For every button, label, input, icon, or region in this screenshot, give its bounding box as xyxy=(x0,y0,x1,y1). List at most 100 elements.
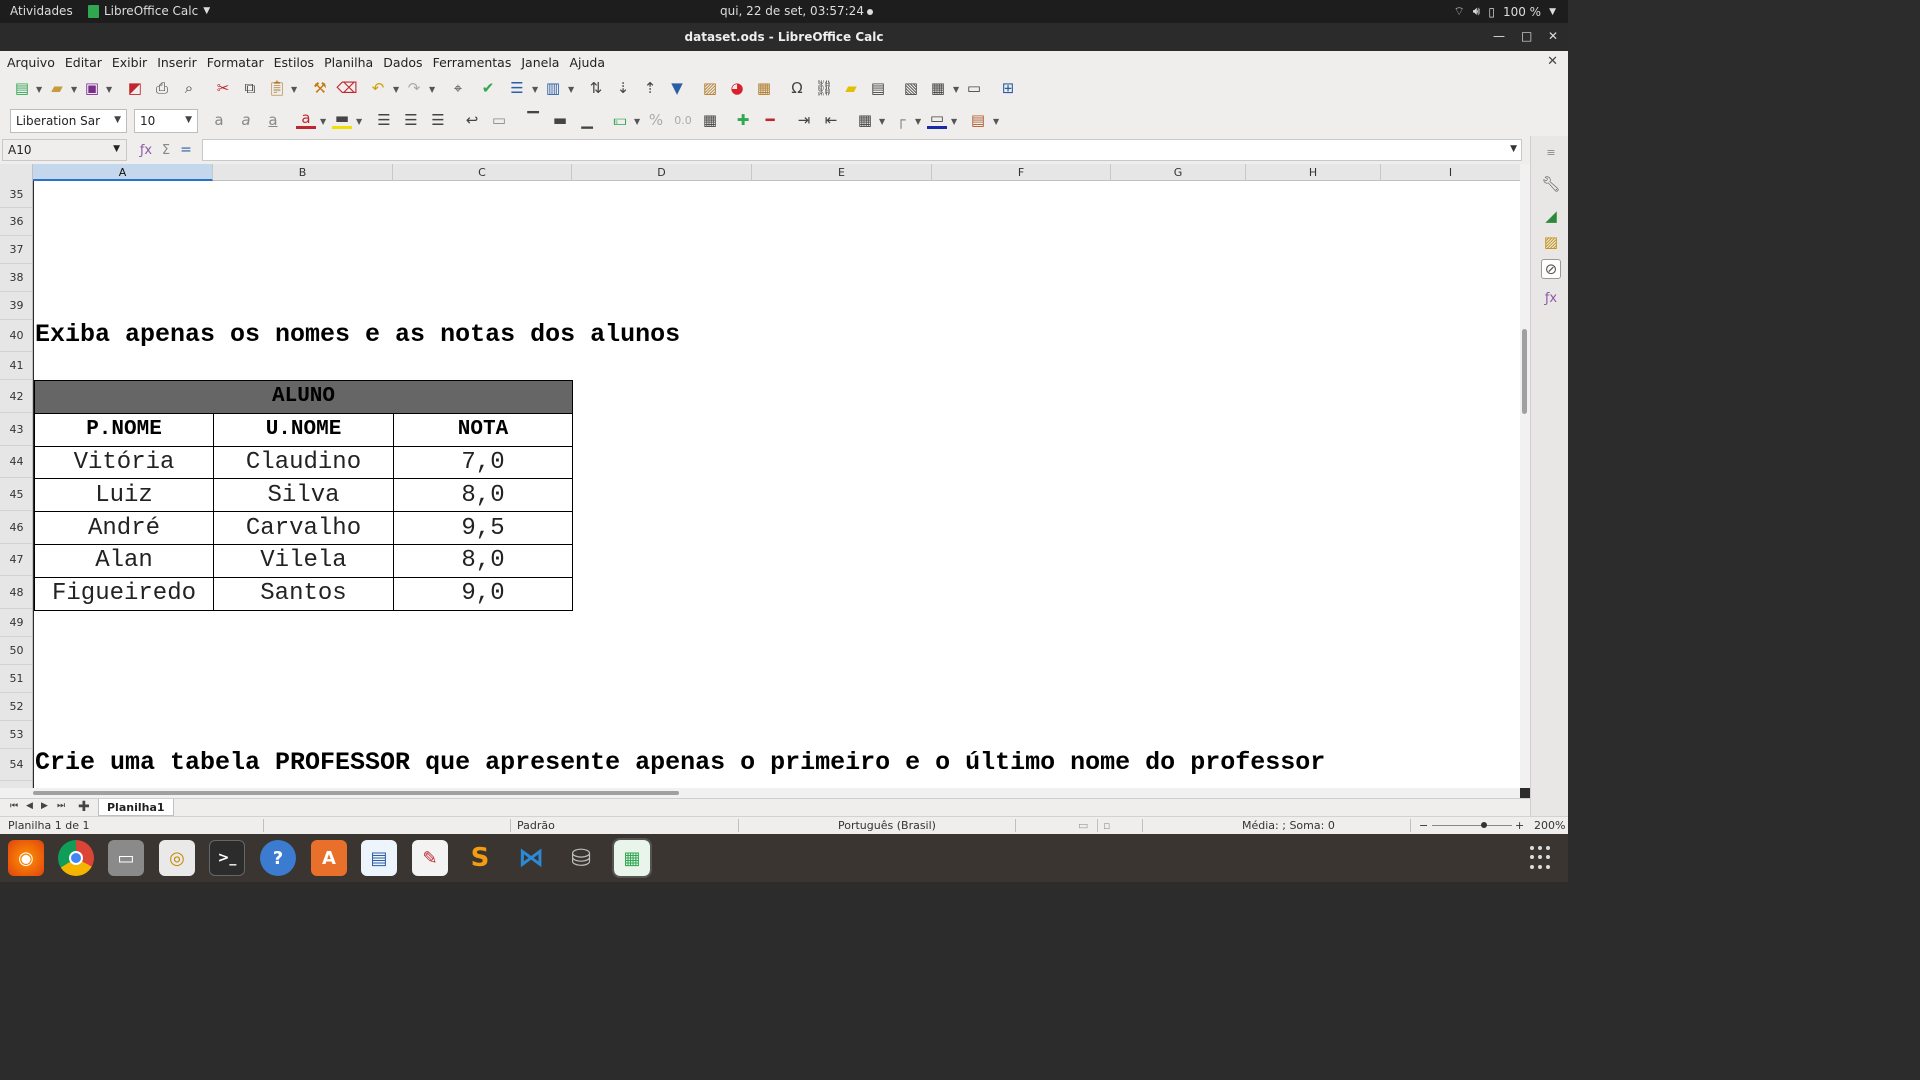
increase-indent-icon[interactable]: ⇥ xyxy=(794,110,814,130)
zoom-in-icon[interactable]: + xyxy=(1515,819,1524,832)
row-header[interactable]: 38 xyxy=(0,264,32,292)
table-cell[interactable]: Carvalho xyxy=(213,511,394,545)
rhythmbox-icon[interactable]: ◎ xyxy=(159,840,195,876)
terminal-icon[interactable]: >_ xyxy=(209,840,245,876)
row-header[interactable]: 46 xyxy=(0,511,32,544)
special-character-icon[interactable]: Ω xyxy=(787,78,807,98)
chrome-icon[interactable] xyxy=(58,840,94,876)
table-cell[interactable]: 7,0 xyxy=(393,445,573,480)
sum-icon[interactable]: Σ xyxy=(156,140,176,160)
row-header[interactable]: 44 xyxy=(0,446,32,478)
writer-icon[interactable]: ▤ xyxy=(361,840,397,876)
sidebar-menu-icon[interactable]: ≡ xyxy=(1541,142,1561,162)
zoom-out-icon[interactable]: − xyxy=(1419,819,1428,832)
functions-icon[interactable]: ƒx xyxy=(1541,288,1561,308)
column-icon[interactable]: ▥ xyxy=(543,78,563,98)
align-left-icon[interactable]: ☰ xyxy=(374,110,394,130)
next-sheet-icon[interactable]: ▶ xyxy=(41,801,48,811)
table-cell[interactable]: André xyxy=(34,511,214,545)
table-cell[interactable]: 9,5 xyxy=(393,511,573,545)
hyperlink-icon[interactable]: ⛓ xyxy=(814,78,834,98)
chevron-down-icon[interactable]: ▼ xyxy=(429,85,435,94)
bold-icon[interactable]: a xyxy=(209,110,229,130)
firefox-icon[interactable]: ◉ xyxy=(8,840,44,876)
table-cell[interactable]: 8,0 xyxy=(393,543,573,578)
border-color-icon[interactable]: ▭ xyxy=(927,109,947,129)
add-decimal-icon[interactable]: ✚ xyxy=(733,110,753,130)
menu-estilos[interactable]: Estilos xyxy=(274,55,314,70)
table-cell[interactable]: Figueiredo xyxy=(34,576,214,611)
page-style[interactable]: Padrão xyxy=(517,819,555,832)
table-cell[interactable]: Santos xyxy=(213,576,394,611)
sort-descending-icon[interactable]: ⇡ xyxy=(640,78,660,98)
function-wizard-icon[interactable]: ƒx xyxy=(136,140,156,160)
row-header[interactable]: 43 xyxy=(0,413,32,446)
font-name-box[interactable]: Liberation Sar ▼ xyxy=(10,109,127,133)
copy-icon[interactable]: ⧉ xyxy=(240,78,260,98)
row-header[interactable]: 35 xyxy=(0,181,32,208)
menu-inserir[interactable]: Inserir xyxy=(157,55,197,70)
selection-mode-icon[interactable]: ▭ xyxy=(1078,819,1088,832)
chevron-down-icon[interactable]: ▼ xyxy=(634,117,640,126)
scrollbar-thumb[interactable] xyxy=(1522,329,1527,414)
menu-dados[interactable]: Dados xyxy=(383,55,422,70)
align-center-icon[interactable]: ☰ xyxy=(401,110,421,130)
files-icon[interactable]: ▭ xyxy=(108,840,144,876)
table-cell[interactable]: Luiz xyxy=(34,478,214,513)
close-document-icon[interactable]: ✕ xyxy=(1547,54,1558,69)
column-header-a[interactable]: A xyxy=(33,164,213,181)
menu-formatar[interactable]: Formatar xyxy=(207,55,264,70)
export-pdf-icon[interactable]: ◩ xyxy=(125,78,145,98)
align-right-icon[interactable]: ☰ xyxy=(428,110,448,130)
column-header-cell[interactable]: P.NOME xyxy=(34,412,214,447)
print-icon[interactable]: ⎙ xyxy=(152,78,172,98)
font-size-box[interactable]: 10 ▼ xyxy=(134,109,198,133)
save-icon[interactable]: ▣ xyxy=(82,78,102,98)
find-replace-icon[interactable]: ⌖ xyxy=(448,78,468,98)
row-header[interactable]: 36 xyxy=(0,208,32,236)
expand-formula-icon[interactable]: ▼ xyxy=(1510,144,1517,154)
chevron-down-icon[interactable]: ▼ xyxy=(71,85,77,94)
font-color-icon[interactable]: a xyxy=(296,109,316,129)
chevron-down-icon[interactable]: ▼ xyxy=(320,117,326,126)
row-icon[interactable]: ☰ xyxy=(507,78,527,98)
chevron-down-icon[interactable]: ▼ xyxy=(915,117,921,126)
vscode-icon[interactable]: ⋈ xyxy=(513,840,549,876)
split-window-icon[interactable]: ▭ xyxy=(964,78,984,98)
print-preview-icon[interactable]: ⌕ xyxy=(179,78,199,98)
table-cell[interactable]: 8,0 xyxy=(393,478,573,513)
menu-arquivo[interactable]: Arquivo xyxy=(7,55,55,70)
conditional-format-icon[interactable]: ▤ xyxy=(968,110,988,130)
table-group-header[interactable]: ALUNO xyxy=(34,380,573,414)
highlight-color-icon[interactable]: ▬ xyxy=(332,109,352,129)
row-header[interactable]: 45 xyxy=(0,478,32,511)
wrap-text-icon[interactable]: ↩ xyxy=(462,110,482,130)
table-cell[interactable]: Vilela xyxy=(213,543,394,578)
menu-exibir[interactable]: Exibir xyxy=(112,55,147,70)
merge-cells-icon[interactable]: ▭ xyxy=(489,110,509,130)
sort-ascending-icon[interactable]: ⇣ xyxy=(613,78,633,98)
row-header[interactable]: 54 xyxy=(0,749,32,781)
row-header[interactable]: 49 xyxy=(0,609,32,637)
column-header-g[interactable]: G xyxy=(1111,164,1246,181)
undo-icon[interactable]: ↶ xyxy=(368,78,388,98)
table-cell[interactable]: Silva xyxy=(213,478,394,513)
chevron-down-icon[interactable]: ▼ xyxy=(951,117,957,126)
help-icon[interactable]: ? xyxy=(260,840,296,876)
chevron-down-icon[interactable]: ▼ xyxy=(568,85,574,94)
column-header-e[interactable]: E xyxy=(752,164,932,181)
align-middle-icon[interactable]: ▬ xyxy=(550,110,570,130)
column-header-i[interactable]: I xyxy=(1381,164,1520,181)
pivot-table-icon[interactable]: ▦ xyxy=(754,78,774,98)
column-header-cell[interactable]: NOTA xyxy=(393,412,573,447)
zoom-slider-handle[interactable] xyxy=(1481,822,1487,828)
delete-decimal-icon[interactable]: ━ xyxy=(760,110,780,130)
cell-grid[interactable]: Exiba apenas os nomes e as notas dos alu… xyxy=(34,181,1520,788)
row-header[interactable]: 48 xyxy=(0,576,32,609)
currency-format-icon[interactable]: 💵︎ xyxy=(610,110,630,130)
system-tray[interactable]: ⌔ 🔊︎ ▯ 100 % ▼ xyxy=(1454,4,1557,19)
vertical-scrollbar[interactable] xyxy=(1520,164,1530,788)
underline-icon[interactable]: a xyxy=(263,110,283,130)
clock[interactable]: qui, 22 de set, 03:57:24 xyxy=(720,4,873,18)
align-top-icon[interactable]: ▔ xyxy=(523,110,543,130)
